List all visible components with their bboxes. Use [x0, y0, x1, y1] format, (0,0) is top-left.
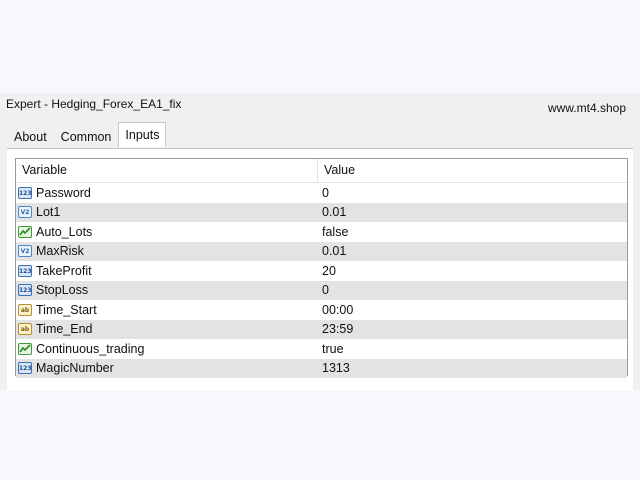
double-type-icon: V2 — [18, 245, 32, 258]
variable-cell: 123 MagicNumber — [16, 361, 318, 375]
variable-name: Lot1 — [36, 205, 61, 220]
value-cell[interactable]: 0 — [318, 283, 627, 297]
inputs-grid: Variable Value 123 Password 0 V2 Lot1 0.01 Aut… — [15, 158, 628, 378]
variable-cell: 123 TakeProfit — [16, 264, 318, 278]
variable-name: Time_End — [36, 322, 93, 337]
value-cell[interactable]: true — [318, 342, 627, 356]
grid-header: Variable Value — [16, 159, 627, 183]
window-title: Expert - Hedging_Forex_EA1_fix — [6, 97, 182, 111]
integer-type-icon: 123 — [18, 264, 32, 277]
string-type-icon: ab — [18, 323, 32, 336]
variable-name: Continuous_trading — [36, 341, 145, 356]
table-row[interactable]: 123 Password 0 — [16, 183, 627, 203]
variable-cell: ab Time_Start — [16, 303, 318, 317]
tab-inputs[interactable]: Inputs — [118, 122, 167, 147]
column-header-value[interactable]: Value — [318, 159, 627, 182]
variable-name: TakeProfit — [36, 263, 92, 278]
string-type-icon: ab — [18, 303, 32, 316]
bool-type-icon — [18, 225, 32, 238]
variable-cell: Auto_Lots — [16, 225, 318, 239]
value-cell[interactable]: 0 — [318, 186, 627, 200]
tab-about[interactable]: About — [7, 125, 54, 147]
value-cell[interactable]: false — [318, 225, 627, 239]
table-row[interactable]: ab Time_Start 00:00 — [16, 300, 627, 320]
variable-cell: V2 MaxRisk — [16, 244, 318, 258]
watermark-text: www.mt4.shop — [547, 101, 626, 115]
table-row[interactable]: 123 StopLoss 0 — [16, 280, 627, 300]
variable-name: MagicNumber — [36, 361, 114, 376]
variable-name: Auto_Lots — [36, 224, 93, 239]
table-row[interactable]: 123 MagicNumber 1313 — [16, 358, 627, 378]
variable-name: StopLoss — [36, 283, 89, 298]
value-cell[interactable]: 20 — [318, 264, 627, 278]
grid-rows: 123 Password 0 V2 Lot1 0.01 Auto_Lots false V2 Ma… — [16, 183, 627, 378]
value-cell[interactable]: 1313 — [318, 361, 627, 375]
variable-cell: V2 Lot1 — [16, 205, 318, 219]
table-row[interactable]: Continuous_trading true — [16, 339, 627, 359]
table-row[interactable]: V2 Lot1 0.01 — [16, 202, 627, 222]
expert-properties-window: Expert - Hedging_Forex_EA1_fix www.mt4.s… — [0, 93, 640, 391]
table-row[interactable]: ab Time_End 23:59 — [16, 319, 627, 339]
variable-name: Time_Start — [36, 302, 97, 317]
tab-common[interactable]: Common — [54, 125, 119, 147]
table-row[interactable]: V2 MaxRisk 0.01 — [16, 241, 627, 261]
variable-name: MaxRisk — [36, 244, 84, 259]
integer-type-icon: 123 — [18, 362, 32, 375]
variable-cell: Continuous_trading — [16, 342, 318, 356]
value-cell[interactable]: 0.01 — [318, 205, 627, 219]
table-row[interactable]: 123 TakeProfit 20 — [16, 261, 627, 281]
variable-cell: 123 StopLoss — [16, 283, 318, 297]
integer-type-icon: 123 — [18, 186, 32, 199]
table-row[interactable]: Auto_Lots false — [16, 222, 627, 242]
value-cell[interactable]: 00:00 — [318, 303, 627, 317]
double-type-icon: V2 — [18, 206, 32, 219]
column-header-variable[interactable]: Variable — [16, 159, 318, 182]
variable-cell: 123 Password — [16, 186, 318, 200]
title-bar: Expert - Hedging_Forex_EA1_fix www.mt4.s… — [0, 93, 640, 120]
variable-cell: ab Time_End — [16, 322, 318, 336]
inputs-panel: Variable Value 123 Password 0 V2 Lot1 0.01 Aut… — [7, 148, 633, 391]
bool-type-icon — [18, 342, 32, 355]
tab-bar: About Common Inputs — [7, 122, 167, 149]
integer-type-icon: 123 — [18, 284, 32, 297]
variable-name: Password — [36, 185, 91, 200]
value-cell[interactable]: 23:59 — [318, 322, 627, 336]
value-cell[interactable]: 0.01 — [318, 244, 627, 258]
